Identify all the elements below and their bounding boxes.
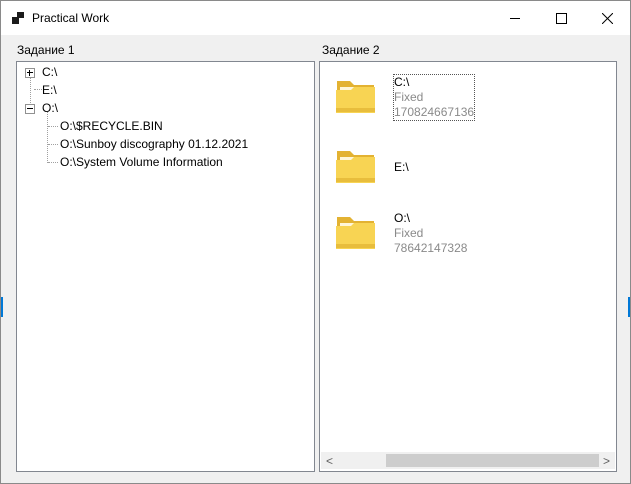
tree-line	[34, 89, 42, 90]
app-icon	[12, 12, 24, 24]
close-button[interactable]	[584, 1, 630, 35]
folder-icon	[336, 151, 375, 183]
folder-icon	[336, 217, 375, 249]
scrollbar-thumb[interactable]	[386, 454, 599, 467]
tree-node-e[interactable]: E:\	[42, 81, 57, 99]
drive-tree-view[interactable]: C:\ E:\ O:\ O:\$RECYCLE.BIN O:\Sunboy di…	[16, 61, 315, 472]
maximize-icon	[555, 12, 567, 24]
tree-node-recycle-bin[interactable]: O:\$RECYCLE.BIN	[60, 117, 163, 135]
tree-line	[48, 162, 58, 163]
drive-type: Fixed	[394, 226, 424, 240]
task1-label: Задание 1	[17, 43, 75, 57]
close-icon	[601, 12, 613, 24]
tree-node-sunboy-discography[interactable]: O:\Sunboy discography 01.12.2021	[60, 135, 248, 153]
background-edge	[628, 297, 630, 317]
drive-size: 170824667136	[394, 105, 475, 119]
tree-line	[47, 112, 48, 163]
folder-icon	[336, 81, 375, 113]
drive-type: Fixed	[394, 90, 424, 104]
horizontal-scrollbar[interactable]: < >	[321, 452, 615, 469]
list-item-e[interactable]: E:\	[334, 144, 474, 192]
list-item-o[interactable]: O:\ Fixed 78642147328	[334, 210, 474, 258]
window-title: Practical Work	[32, 11, 110, 25]
tree-node-c[interactable]: C:\	[42, 63, 57, 81]
drive-name: C:\	[394, 75, 410, 89]
drive-list-view[interactable]: C:\ Fixed 170824667136 E:\ O:\ Fixed 786…	[319, 61, 617, 472]
main-window: Practical Work Задание 1 Задание 2 C:\ E…	[0, 0, 631, 484]
collapse-icon[interactable]	[25, 104, 35, 114]
background-edge	[1, 297, 3, 317]
drive-size: 78642147328	[394, 241, 468, 255]
list-item-c[interactable]: C:\ Fixed 170824667136	[334, 74, 476, 122]
drive-name: E:\	[394, 160, 409, 174]
tree-node-o[interactable]: O:\	[42, 99, 58, 117]
scroll-left-icon[interactable]: <	[321, 452, 338, 469]
tree-line	[48, 144, 58, 145]
minimize-icon	[509, 17, 520, 19]
task2-label: Задание 2	[322, 43, 380, 57]
scroll-right-icon[interactable]: >	[598, 452, 615, 469]
title-bar[interactable]: Practical Work	[1, 1, 630, 35]
drive-name: O:\	[394, 211, 411, 225]
expand-icon[interactable]	[25, 68, 35, 78]
maximize-button[interactable]	[538, 1, 584, 35]
tree-node-system-volume-information[interactable]: O:\System Volume Information	[60, 153, 223, 171]
tree-line	[48, 126, 58, 127]
minimize-button[interactable]	[492, 1, 538, 35]
